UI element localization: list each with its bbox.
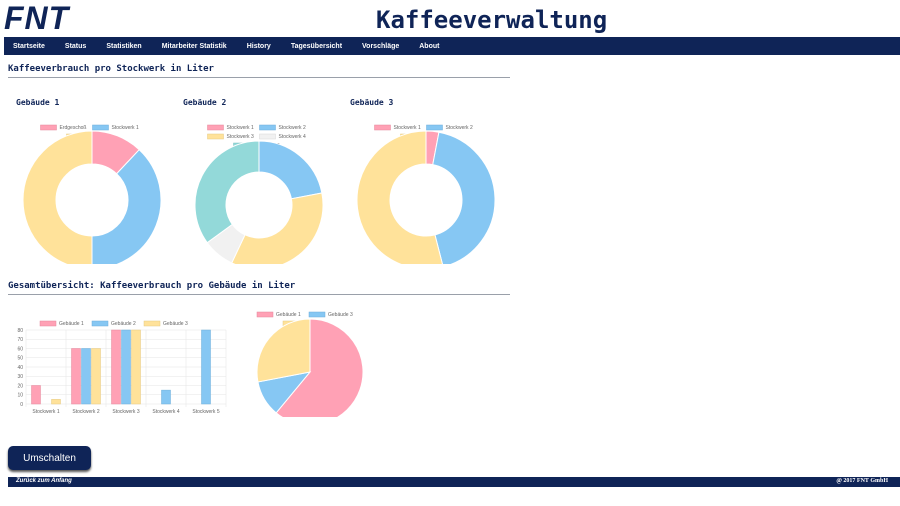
legend-swatch — [259, 124, 276, 131]
x-tick-label: Stockwerk 5 — [192, 409, 219, 415]
building-2-doughnut-chart: Stockwerk 1 Stockwerk 2 Stockwerk 3 Stockwe… — [194, 124, 324, 264]
building-3-label: Gebäude 3 — [350, 98, 394, 107]
pie-slice — [256, 318, 311, 383]
nav-status[interactable]: Status — [65, 43, 86, 50]
y-tick-label: 80 — [17, 328, 23, 334]
legend-swatch — [308, 311, 326, 318]
legend-label: Gebäude 2 — [111, 321, 136, 327]
legend-label: Stockwerk 2 — [279, 125, 306, 131]
legend-swatch — [259, 133, 276, 140]
legend-swatch — [92, 124, 109, 131]
legend-label: Gebäude 1 — [276, 312, 301, 318]
y-tick-label: 0 — [20, 402, 23, 408]
bar — [91, 348, 101, 405]
legend-swatch — [207, 124, 224, 131]
bar — [161, 389, 171, 405]
legend-swatch — [374, 124, 391, 131]
legend-label: Stockwerk 2 — [446, 125, 473, 131]
back-to-top-link[interactable]: Zurück zum Anfang — [16, 478, 72, 484]
y-tick-label: 40 — [17, 365, 23, 371]
bar — [111, 329, 121, 405]
overview-pie-chart: Gebäude 1Gebäude 3Gebäude 1 — [256, 311, 364, 417]
y-tick-label: 60 — [17, 346, 23, 352]
building-1-doughnut-chart: ErdgeschoßStockwerk 1Stockwerk 2 — [22, 124, 162, 264]
nav-about[interactable]: About — [419, 43, 439, 50]
legend-swatch — [207, 133, 224, 140]
bar — [201, 329, 211, 405]
nav-mitarbeiter-statistik[interactable]: Mitarbeiter Statistik — [162, 43, 227, 50]
nav-statistiken[interactable]: Statistiken — [106, 43, 141, 50]
x-tick-label: Stockwerk 3 — [112, 409, 139, 415]
overview-bar-chart: Gebäude 1 Gebäude 2 Gebäude 3 0 10 20 30 40 50 60… — [17, 320, 227, 415]
legend-label: Gebäude 1 — [59, 321, 84, 327]
app-title: Kaffeeverwaltung — [376, 6, 608, 34]
legend-swatch — [256, 311, 274, 318]
legend-label: Stockwerk 1 — [394, 125, 421, 131]
footer: Zurück zum Anfang @ 2017 FNT GmbH — [8, 477, 900, 487]
nav-tagesuebersicht[interactable]: Tagesübersicht — [291, 43, 342, 50]
y-tick-label: 70 — [17, 337, 23, 343]
legend-label: Gebäude 3 — [163, 321, 188, 327]
x-tick-label: Stockwerk 1 — [32, 409, 59, 415]
y-tick-label: 10 — [17, 393, 23, 399]
building-2-label: Gebäude 2 — [183, 98, 227, 107]
y-tick-label: 20 — [17, 383, 23, 389]
bar — [51, 399, 61, 405]
legend-swatch — [91, 320, 109, 327]
legend-swatch — [40, 124, 57, 131]
pie-slice — [91, 148, 162, 264]
building-1-label: Gebäude 1 — [16, 98, 60, 107]
toggle-button[interactable]: Umschalten — [8, 446, 91, 470]
nav-history[interactable]: History — [247, 43, 271, 50]
x-tick-label: Stockwerk 2 — [72, 409, 99, 415]
bar — [31, 385, 41, 405]
bar — [121, 329, 131, 405]
building-3-doughnut-chart: Stockwerk 1Stockwerk 2Stockwerk 3 — [356, 124, 496, 264]
x-tick-label: Stockwerk 4 — [152, 409, 179, 415]
legend-swatch — [39, 320, 57, 327]
nav-startseite[interactable]: Startseite — [13, 43, 45, 50]
bar — [131, 329, 141, 405]
section-heading-overview: Gesamtübersicht: Kaffeeverbrauch pro Geb… — [8, 281, 296, 291]
section-divider — [8, 294, 510, 295]
section-heading-floors: Kaffeeverbrauch pro Stockwerk in Liter — [8, 64, 214, 74]
legend-swatch — [143, 320, 161, 327]
pie-slice — [258, 140, 323, 200]
section-divider — [8, 77, 510, 78]
nav-vorschlaege[interactable]: Vorschläge — [362, 43, 399, 50]
y-tick-label: 30 — [17, 374, 23, 380]
legend-label: Gebäude 3 — [328, 312, 353, 318]
bar — [81, 348, 91, 405]
pie-slice — [432, 131, 496, 264]
y-tick-label: 50 — [17, 356, 23, 362]
legend-label: Stockwerk 1 — [112, 125, 139, 131]
legend-label: Stockwerk 4 — [279, 134, 306, 140]
copyright-text: @ 2017 FNT GmbH — [836, 478, 888, 484]
legend-label: Stockwerk 1 — [227, 125, 254, 131]
pie-slice — [22, 130, 93, 264]
pie-slice — [231, 192, 324, 264]
legend-label: Stockwerk 3 — [227, 134, 254, 140]
legend-swatch — [426, 124, 443, 131]
bar — [71, 348, 81, 405]
main-navbar: Startseite Status Statistiken Mitarbeite… — [4, 37, 900, 55]
legend-label: Erdgeschoß — [60, 125, 87, 131]
pie-slice — [194, 140, 260, 244]
fnt-logo: FNT — [4, 0, 70, 36]
